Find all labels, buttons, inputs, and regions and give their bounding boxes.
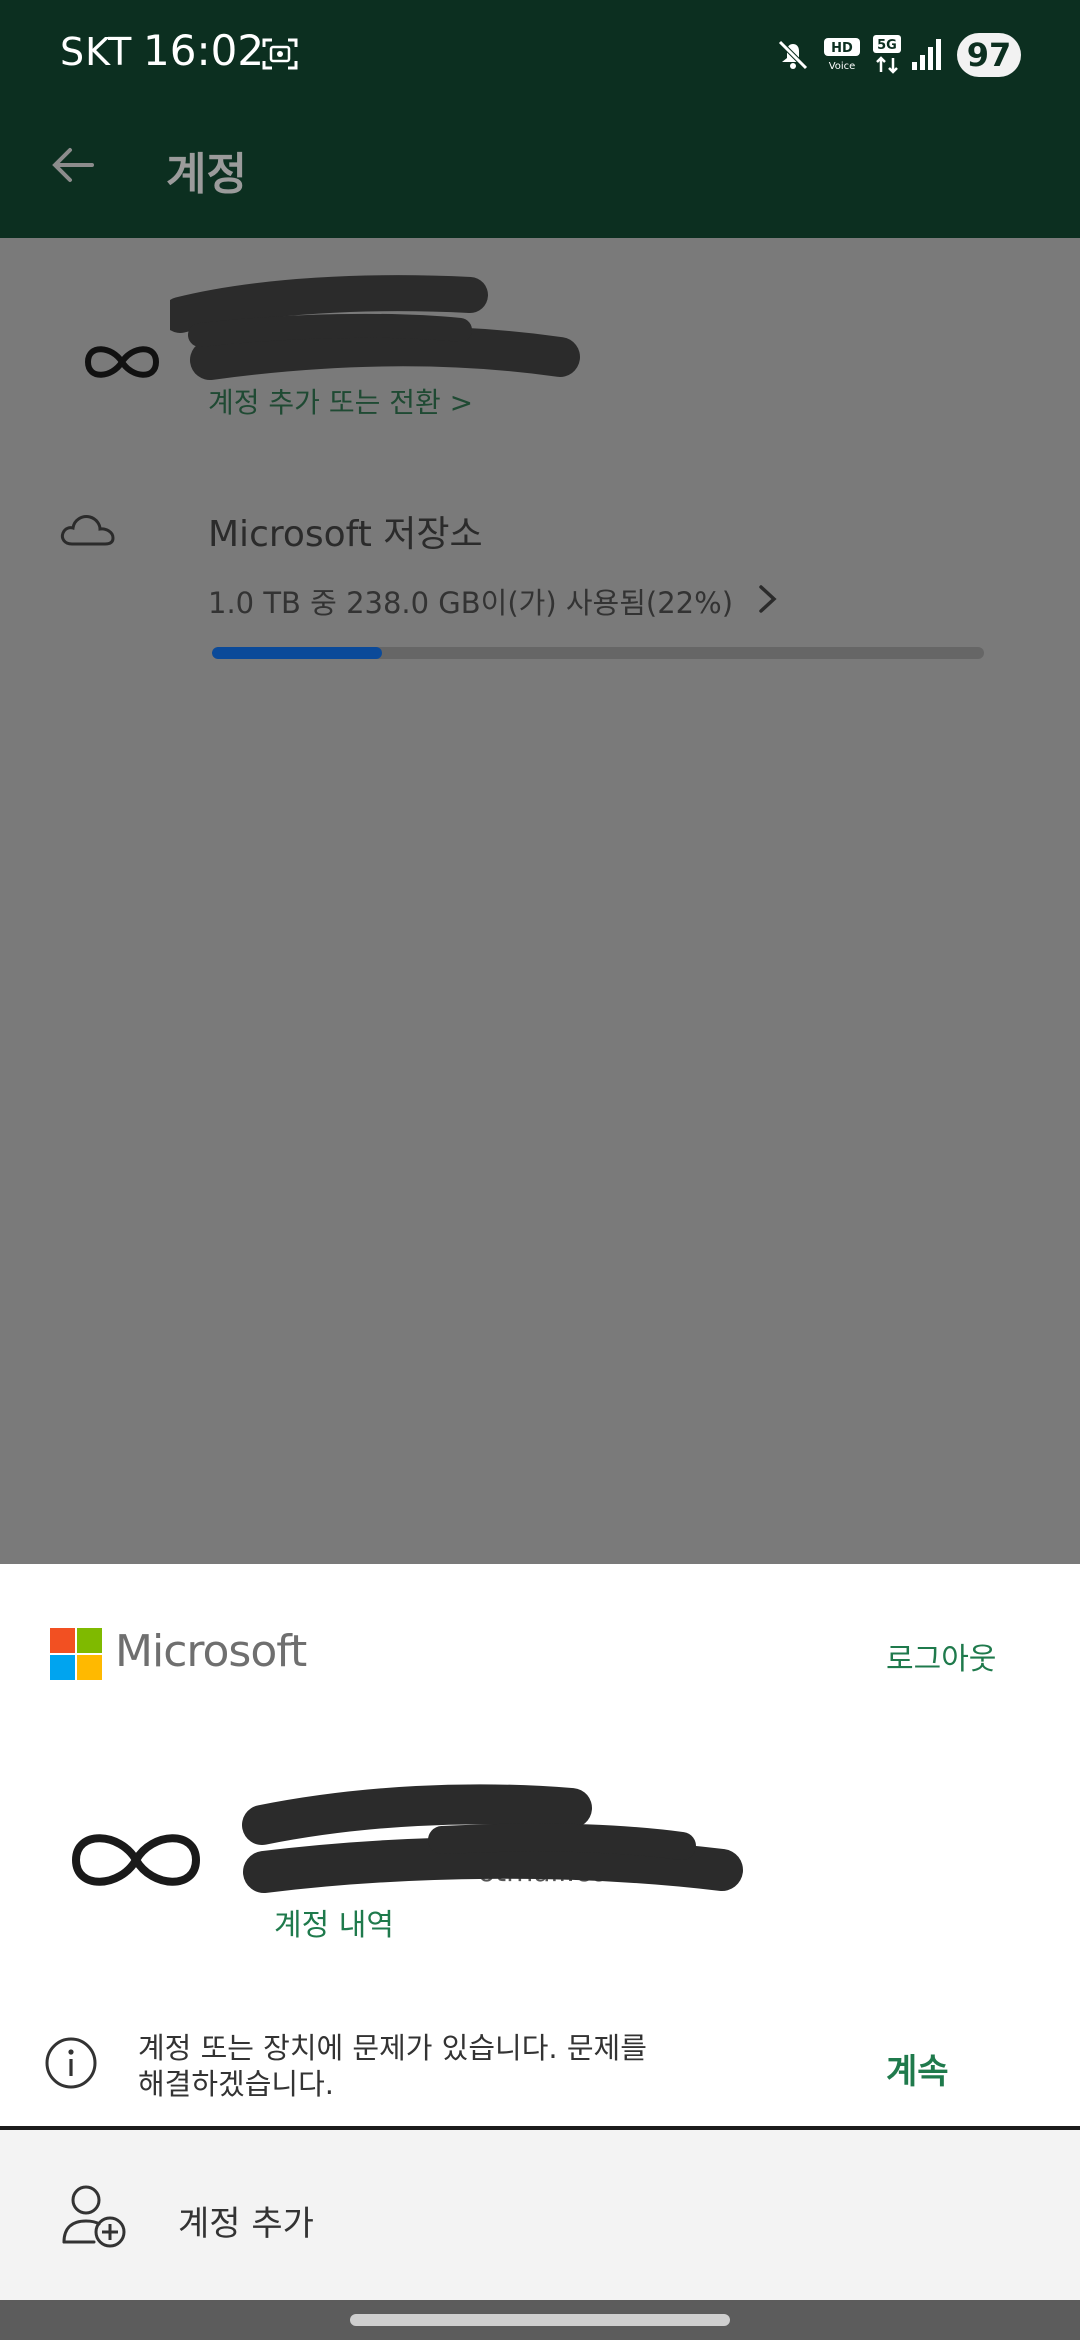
svg-text:5G: 5G	[877, 38, 897, 53]
screenshot-icon	[262, 38, 298, 70]
back-arrow-icon[interactable]	[48, 140, 98, 190]
carrier-name: SKT	[60, 30, 133, 74]
infinity-avatar-icon	[71, 1834, 201, 1886]
status-time: 16:02	[143, 26, 265, 75]
storage-progress-bar	[212, 647, 984, 659]
mute-icon	[778, 40, 808, 70]
microsoft-logo-icon	[50, 1628, 102, 1680]
chevron-right-icon[interactable]	[756, 582, 780, 616]
add-account-label[interactable]: 계정 추가	[178, 2196, 314, 2245]
add-person-icon[interactable]	[58, 2182, 130, 2250]
cloud-icon	[60, 515, 115, 546]
account-history-link[interactable]: 계정 내역	[274, 1900, 394, 1944]
storage-title[interactable]: Microsoft 저장소	[208, 505, 483, 557]
infinity-avatar-icon[interactable]	[82, 340, 162, 384]
home-gesture-handle[interactable]	[350, 2314, 730, 2326]
signal-icon	[912, 39, 941, 70]
microsoft-wordmark: Microsoft	[115, 1626, 307, 1677]
continue-button[interactable]: 계속	[886, 2044, 949, 2093]
logout-button[interactable]: 로그아웃	[886, 1634, 996, 1678]
storage-usage-text[interactable]: 1.0 TB 중 238.0 GB이(가) 사용됨(22%)	[208, 580, 733, 622]
settings-background	[0, 238, 1080, 1564]
app-bar	[0, 110, 1080, 238]
storage-progress-fill	[212, 647, 382, 659]
add-or-switch-account-link[interactable]: 계정 추가 또는 전환 >	[208, 381, 473, 421]
status-bar: SKT 16:02 HD Voice 5G 97	[0, 0, 1080, 110]
hd-voice-icon: HD Voice	[824, 38, 860, 72]
svg-text:Voice: Voice	[829, 61, 856, 72]
page-title: 계정	[166, 149, 247, 200]
redaction-scribble	[242, 1784, 743, 1893]
add-account-row[interactable]	[0, 2130, 1080, 2300]
battery-indicator: 97	[957, 33, 1021, 77]
svg-text:HD: HD	[831, 41, 853, 56]
account-issue-message: 계정 또는 장치에 문제가 있습니다. 문제를 해결하겠습니다.	[138, 2030, 698, 2102]
5g-icon: 5G	[873, 35, 901, 74]
issue-line-1: 계정 또는 장치에 문제가 있습니다. 문제를	[138, 2031, 647, 2065]
issue-line-2: 해결하겠습니다.	[138, 2067, 334, 2101]
info-icon	[45, 2037, 97, 2089]
